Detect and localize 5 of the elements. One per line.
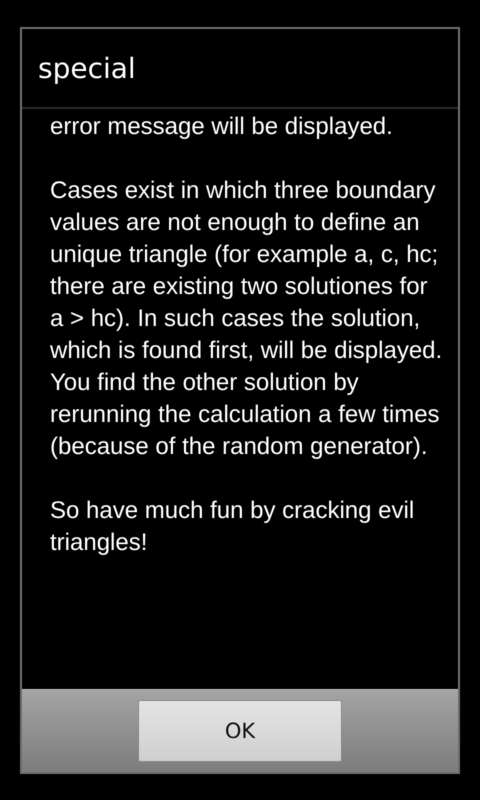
dialog-title: special: [38, 52, 136, 84]
message-paragraph: error message will be displayed.: [50, 112, 394, 142]
message-paragraph: So have much fun by cracking evil triangles!: [50, 496, 416, 558]
message-paragraph: Cases exist in which three boundary values are not enough to define an unique triangle (for example a, c, hc; there are existing two solutiones for a > hc). In such cases the solution, which is found first, will be displayed. You find the other solution by rerunning the calculation a few times (because of the random generator).: [50, 176, 444, 462]
ok-button[interactable]: OK: [138, 700, 342, 762]
